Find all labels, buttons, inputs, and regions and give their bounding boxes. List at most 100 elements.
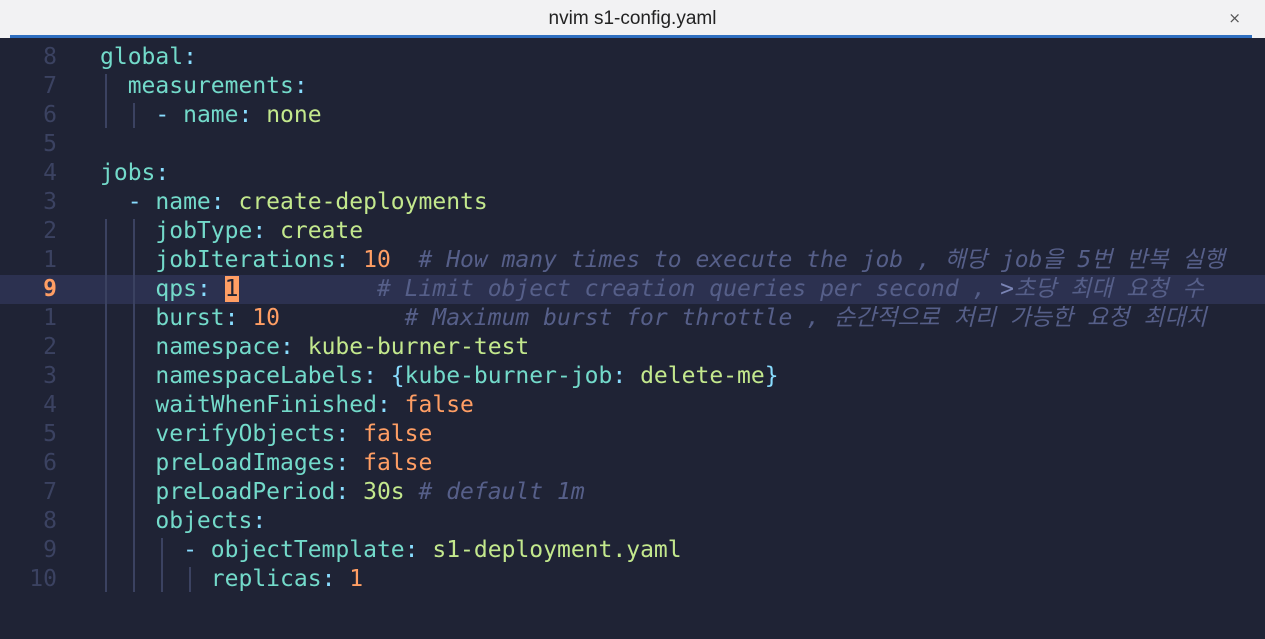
text-cursor: 1	[224, 276, 239, 302]
line-number: 6	[43, 450, 57, 476]
code-token: # How many times to execute the job , 해당…	[390, 247, 1225, 273]
line-number: 3	[43, 189, 57, 215]
line-code: waitWhenFinished: false	[100, 391, 474, 420]
code-token: verifyObjects	[100, 421, 336, 447]
indent-guide	[133, 219, 135, 592]
code-token: kube-burner-test	[307, 334, 530, 360]
code-token: # Limit object creation queries per seco…	[238, 276, 1001, 302]
code-line[interactable]: 6 - name: none	[0, 101, 1265, 130]
code-line[interactable]: 1 jobIterations: 10 # How many times to …	[0, 246, 1265, 275]
code-token: :	[280, 334, 308, 360]
code-line[interactable]: 9 - objectTemplate: s1-deployment.yaml	[0, 536, 1265, 565]
line-number: 4	[43, 392, 57, 418]
line-code: global:	[100, 43, 197, 72]
code-token: :	[335, 479, 364, 505]
indent-guide	[105, 219, 107, 592]
indent-guide	[161, 538, 163, 592]
code-line[interactable]: 8 global:	[0, 43, 1265, 72]
code-line[interactable]: 4 waitWhenFinished: false	[0, 391, 1265, 420]
code-token: jobIterations	[100, 247, 336, 273]
code-token: :	[183, 44, 197, 70]
code-line[interactable]: 2 namespace: kube-burner-test	[0, 333, 1265, 362]
code-token: :	[155, 160, 170, 186]
code-editor[interactable]: 8 global: 7 measurements: 6 - name: none 5 4 j…	[0, 41, 1265, 639]
code-token: namespaceLabels	[100, 363, 364, 389]
current-line[interactable]: 9 qps: 1 # Limit object creation queries…	[0, 275, 1265, 304]
line-number: 8	[43, 44, 57, 70]
code-token: create-deployments	[238, 189, 488, 215]
editor-window: nvim s1-config.yaml × 8 global: 7 measurem…	[0, 0, 1265, 639]
code-token: false	[404, 392, 474, 418]
code-token: delete-me	[640, 363, 765, 389]
code-line[interactable]: 3 namespaceLabels: {kube-burner-job: del…	[0, 362, 1265, 391]
code-token: -	[100, 102, 184, 128]
line-number: 2	[43, 218, 57, 244]
line-code: jobType: create	[100, 217, 363, 246]
code-token: create	[280, 218, 364, 244]
title-bar-edge-left	[0, 35, 10, 38]
line-number: 6	[43, 102, 57, 128]
code-token: # Maximum burst for throttle , 순간적으로 처리 …	[280, 305, 1207, 331]
code-line[interactable]: 5 verifyObjects: false	[0, 420, 1265, 449]
code-token: none	[266, 102, 322, 128]
code-line[interactable]: 7 measurements:	[0, 72, 1265, 101]
close-icon[interactable]: ×	[1228, 9, 1241, 27]
line-code: objects:	[100, 507, 266, 536]
code-token: :	[612, 363, 641, 389]
line-code: - objectTemplate: s1-deployment.yaml	[100, 536, 682, 565]
line-number: 7	[43, 73, 57, 99]
code-line[interactable]: 5	[0, 130, 1265, 159]
code-line[interactable]: 2 jobType: create	[0, 217, 1265, 246]
code-line[interactable]: 6 preLoadImages: false	[0, 449, 1265, 478]
code-token: jobType	[100, 218, 253, 244]
code-token: jobs	[100, 160, 156, 186]
code-token: >	[1000, 276, 1014, 302]
code-token: false	[363, 421, 433, 447]
line-code: measurements:	[100, 72, 308, 101]
code-token: : {	[363, 363, 405, 389]
code-token: namespace	[100, 334, 281, 360]
code-line[interactable]: 8 objects:	[0, 507, 1265, 536]
code-token: -	[100, 537, 211, 563]
code-token: :	[293, 73, 308, 99]
code-token: :	[196, 276, 225, 302]
code-token: 10	[363, 247, 391, 273]
line-number: 9	[43, 537, 57, 563]
line-number: 8	[43, 508, 57, 534]
code-token: 10	[252, 305, 281, 331]
code-token: :	[252, 508, 267, 534]
code-token: name	[155, 189, 211, 215]
code-token: }	[764, 363, 779, 389]
line-number: 3	[43, 363, 57, 389]
code-token: :	[252, 218, 281, 244]
line-number: 9	[43, 276, 57, 302]
code-token: :	[335, 450, 364, 476]
code-token: preLoadPeriod	[100, 479, 336, 505]
line-number: 1	[43, 305, 57, 331]
line-number: 2	[43, 334, 57, 360]
code-line[interactable]: 4 jobs:	[0, 159, 1265, 188]
indent-guide	[189, 567, 191, 592]
code-line[interactable]: 1 burst: 10 # Maximum burst for throttle…	[0, 304, 1265, 333]
title-bar: nvim s1-config.yaml ×	[0, 0, 1265, 38]
code-token: burst	[100, 305, 225, 331]
line-code: namespace: kube-burner-test	[100, 333, 529, 362]
code-token: 1	[349, 566, 364, 592]
line-number: 1	[43, 247, 57, 273]
line-number: 5	[43, 421, 57, 447]
line-code: verifyObjects: false	[100, 420, 432, 449]
line-number: 10	[29, 566, 57, 592]
code-token: :	[376, 392, 405, 418]
code-line[interactable]: 3 - name: create-deployments	[0, 188, 1265, 217]
code-line[interactable]: 7 preLoadPeriod: 30s # default 1m	[0, 478, 1265, 507]
code-token: measurements	[100, 73, 294, 99]
line-code: jobIterations: 10 # How many times to ex…	[100, 246, 1225, 275]
code-token: name	[183, 102, 239, 128]
code-token: s1-deployment.yaml	[432, 537, 682, 563]
code-token: global	[100, 44, 184, 70]
line-code: - name: create-deployments	[100, 188, 488, 217]
line-code: preLoadImages: false	[100, 449, 432, 478]
window-title: nvim s1-config.yaml	[548, 8, 717, 29]
code-token: -	[100, 189, 156, 215]
line-code: preLoadPeriod: 30s # default 1m	[100, 478, 584, 507]
